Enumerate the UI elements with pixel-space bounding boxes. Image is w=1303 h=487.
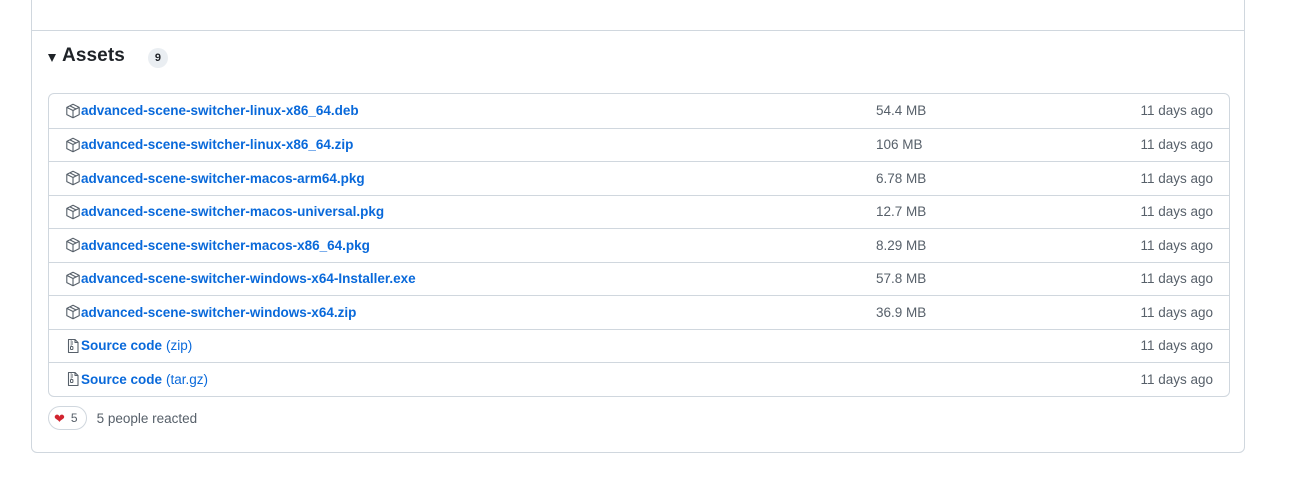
assets-title[interactable]: Assets: [62, 45, 125, 67]
asset-date: 11 days ago: [1140, 338, 1213, 354]
package-icon: [65, 137, 81, 153]
assets-header[interactable]: Assets 9: [48, 42, 168, 70]
asset-date: 11 days ago: [1140, 237, 1213, 253]
asset-row: Source code (zip) 11 days ago: [49, 328, 1229, 363]
asset-date: 11 days ago: [1140, 271, 1213, 287]
asset-row: advanced-scene-switcher-macos-arm64.pkg 6…: [49, 161, 1229, 195]
assets-count-badge: 9: [147, 47, 168, 68]
package-icon: [65, 103, 81, 119]
package-icon: [65, 271, 81, 287]
heart-icon: ❤: [54, 410, 65, 426]
asset-row: advanced-scene-switcher-macos-x86_64.pkg…: [49, 228, 1229, 262]
asset-format: (zip): [166, 338, 193, 354]
asset-name: advanced-scene-switcher-windows-x64-Inst…: [81, 271, 416, 287]
reactions-bar: ❤ 5 5 people reacted: [48, 405, 197, 431]
asset-format: (tar.gz): [166, 371, 209, 387]
asset-row: advanced-scene-switcher-windows-x64.zip 3…: [49, 295, 1229, 329]
asset-download-link[interactable]: advanced-scene-switcher-linux-x86_64.zip: [65, 129, 353, 162]
asset-size: 57.8 MB: [876, 271, 927, 287]
asset-date: 11 days ago: [1140, 103, 1213, 119]
asset-name: advanced-scene-switcher-linux-x86_64.zip: [81, 137, 354, 153]
asset-row: Source code (tar.gz) 11 days ago: [49, 362, 1229, 396]
asset-download-link[interactable]: advanced-scene-switcher-linux-x86_64.deb: [65, 94, 359, 128]
asset-download-link[interactable]: advanced-scene-switcher-windows-x64.zip: [65, 296, 356, 329]
asset-name: advanced-scene-switcher-macos-x86_64.pkg: [81, 237, 370, 253]
asset-download-link[interactable]: advanced-scene-switcher-macos-x86_64.pkg: [65, 229, 370, 262]
asset-row: advanced-scene-switcher-linux-x86_64.zip…: [49, 127, 1229, 162]
asset-row: advanced-scene-switcher-macos-universal.…: [49, 194, 1229, 229]
asset-download-link[interactable]: Source code (zip): [65, 330, 192, 363]
asset-size: 8.29 MB: [876, 237, 927, 253]
asset-date: 11 days ago: [1140, 204, 1213, 220]
reaction-summary: 5 people reacted: [96, 410, 198, 426]
asset-date: 11 days ago: [1140, 137, 1213, 153]
asset-row: advanced-scene-switcher-windows-x64-Inst…: [49, 261, 1229, 296]
package-icon: [65, 204, 81, 220]
asset-size: 12.7 MB: [876, 204, 927, 220]
asset-list: advanced-scene-switcher-linux-x86_64.deb…: [48, 93, 1230, 397]
asset-name: Source code: [81, 338, 163, 354]
asset-name: advanced-scene-switcher-macos-arm64.pkg: [81, 170, 365, 186]
package-icon: [65, 170, 81, 186]
reaction-count: 5: [70, 411, 78, 425]
asset-download-link[interactable]: advanced-scene-switcher-macos-arm64.pkg: [65, 162, 365, 195]
asset-date: 11 days ago: [1140, 304, 1213, 320]
section-divider: [32, 30, 1244, 31]
asset-date: 11 days ago: [1140, 371, 1213, 387]
package-icon: [65, 304, 81, 320]
asset-size: 106 MB: [876, 137, 923, 153]
release-card: Assets 9 advanced-scene-switcher-linux-x…: [31, 0, 1245, 453]
file-zip-icon: [65, 338, 81, 354]
caret-down-icon[interactable]: [48, 53, 56, 62]
asset-date: 11 days ago: [1140, 170, 1213, 186]
asset-name: advanced-scene-switcher-windows-x64.zip: [81, 304, 357, 320]
asset-download-link[interactable]: Source code (tar.gz): [65, 363, 208, 396]
asset-name: Source code: [81, 371, 163, 387]
heart-reaction-button[interactable]: ❤ 5: [48, 406, 87, 430]
asset-size: 36.9 MB: [876, 304, 927, 320]
file-zip-icon: [65, 371, 81, 387]
asset-size: 54.4 MB: [876, 103, 927, 119]
package-icon: [65, 237, 81, 253]
asset-row: advanced-scene-switcher-linux-x86_64.deb…: [49, 94, 1229, 128]
asset-name: advanced-scene-switcher-linux-x86_64.deb: [81, 103, 359, 119]
asset-download-link[interactable]: advanced-scene-switcher-windows-x64-Inst…: [65, 263, 416, 296]
asset-download-link[interactable]: advanced-scene-switcher-macos-universal.…: [65, 196, 384, 229]
asset-name: advanced-scene-switcher-macos-universal.…: [81, 204, 385, 220]
asset-size: 6.78 MB: [876, 170, 927, 186]
